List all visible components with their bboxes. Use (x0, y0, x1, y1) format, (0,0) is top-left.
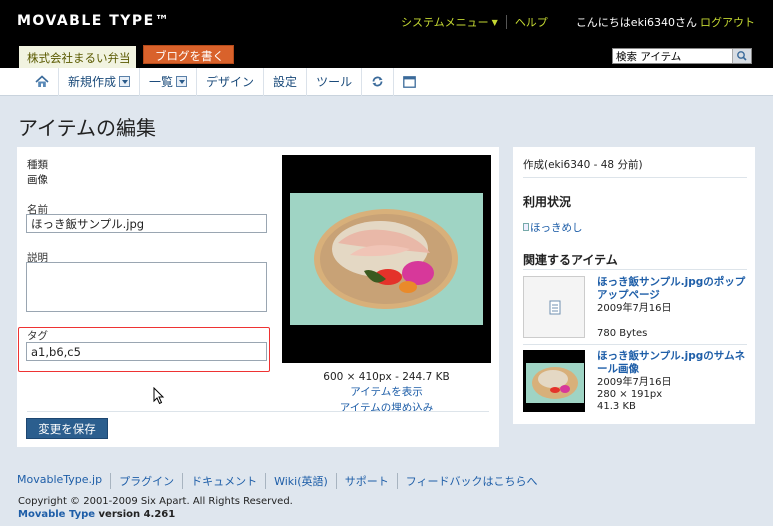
home-button[interactable] (26, 67, 59, 96)
search-button[interactable] (732, 49, 751, 63)
description-field[interactable] (26, 262, 267, 312)
related-item-size: 41.3 KB (597, 401, 636, 412)
help-link[interactable]: ヘルプ (515, 14, 548, 30)
related-item-size: 780 Bytes (597, 328, 648, 339)
window-icon (403, 75, 416, 88)
usage-heading: 利用状況 (523, 195, 572, 209)
menu-new-label: 新規作成 (68, 75, 117, 89)
usage-entry-link[interactable]: ほっきめし (523, 220, 583, 235)
version-info: Movable Type version 4.261 (18, 509, 175, 520)
menu-list-label: 一覧 (149, 75, 174, 89)
logout-link[interactable]: ログアウト (700, 14, 755, 30)
view-asset-link[interactable]: アイテムを表示 (282, 384, 491, 399)
view-site-button[interactable] (394, 68, 425, 96)
system-menu-link[interactable]: システムメニュー (401, 14, 489, 30)
menu-new[interactable]: 新規作成 (59, 67, 141, 96)
tags-label: タグ (27, 330, 48, 342)
menu-settings[interactable]: 設定 (264, 67, 308, 96)
type-label: 種類 (27, 159, 48, 171)
blog-name-tab[interactable]: 株式会社まるい弁当 (19, 46, 136, 68)
user-greeting: こんにちはeki6340さん (575, 16, 697, 29)
related-item-date: 2009年7月16日 (597, 303, 672, 314)
entry-icon (523, 223, 529, 231)
main-menu-bar: 新規作成 一覧 デザイン 設定 ツール (0, 67, 773, 96)
asset-sidebar: 作成(eki6340 - 48 分前) 利用状況 ほっきめし 関連するアイテム … (513, 147, 755, 424)
footer-links: MovableType.jp プラグイン ドキュメント Wiki(英語) サポー… (17, 473, 546, 489)
product-name: Movable Type (18, 509, 96, 520)
side-divider (523, 344, 747, 345)
side-divider (523, 269, 747, 270)
menu-list[interactable]: 一覧 (140, 67, 198, 96)
related-items-heading: 関連するアイテム (523, 253, 618, 267)
related-item-title[interactable]: ほっき飯サンプル.jpgのサムネール画像 (597, 350, 747, 376)
side-divider (523, 177, 747, 178)
search-input[interactable] (613, 49, 731, 63)
type-value: 画像 (27, 174, 48, 186)
image-preview[interactable] (282, 155, 491, 363)
tags-field[interactable] (26, 342, 267, 361)
nav-divider (505, 15, 507, 29)
usage-entry-label: ほっきめし (530, 222, 583, 234)
menu-tools[interactable]: ツール (307, 67, 363, 96)
top-navigation: システムメニュー ▼ ヘルプ こんにちはeki6340さん ログアウト (401, 14, 755, 30)
page-title: アイテムの編集 (18, 116, 156, 140)
dropdown-arrow-icon[interactable] (119, 76, 131, 87)
footer-link-docs[interactable]: ドキュメント (183, 473, 267, 489)
search-icon (737, 51, 747, 61)
movable-type-logo[interactable]: MOVABLE TYPE™ (17, 13, 170, 29)
bento-photo (290, 193, 483, 325)
footer-link-wiki[interactable]: Wiki(英語) (266, 473, 337, 489)
footer-link-plugins[interactable]: プラグイン (111, 473, 184, 489)
related-item-title[interactable]: ほっき飯サンプル.jpgのポップアップページ (597, 276, 747, 302)
save-changes-button[interactable]: 変更を保存 (26, 418, 108, 439)
chevron-down-icon[interactable]: ▼ (492, 18, 498, 27)
refresh-icon (372, 76, 383, 87)
created-by-info: 作成(eki6340 - 48 分前) (523, 159, 643, 171)
image-info: 600 × 410px - 244.7 KB アイテムを表示 アイテムの埋め込み (282, 371, 491, 415)
search-box (612, 48, 752, 64)
embed-asset-link[interactable]: アイテムの埋め込み (282, 400, 491, 415)
form-divider (27, 411, 489, 412)
write-blog-button[interactable]: ブログを書く (143, 45, 234, 64)
global-header: MOVABLE TYPE™ システムメニュー ▼ ヘルプ こんにちはeki634… (0, 0, 773, 68)
image-dimensions: 600 × 410px - 244.7 KB (323, 371, 450, 383)
thumbnail-image[interactable] (523, 350, 585, 412)
refresh-button[interactable] (362, 67, 395, 96)
version-number: version 4.261 (95, 509, 176, 520)
name-field[interactable] (26, 214, 267, 233)
home-icon (35, 75, 49, 87)
menu-design[interactable]: デザイン (197, 67, 265, 96)
footer-link-support[interactable]: サポート (337, 473, 398, 489)
page-thumbnail[interactable] (523, 276, 585, 338)
footer-link-feedback[interactable]: フィードバックはこちらへ (398, 473, 546, 489)
asset-edit-form: 種類 画像 名前 説明 タグ 600 × 410px - 244.7 KB アイ… (17, 147, 499, 447)
mouse-cursor-icon (153, 387, 165, 405)
dropdown-arrow-icon[interactable] (176, 76, 188, 87)
copyright-text: Copyright © 2001-2009 Six Apart. All Rig… (18, 496, 293, 507)
footer-link-movabletype[interactable]: MovableType.jp (17, 473, 112, 489)
document-icon (549, 300, 561, 315)
